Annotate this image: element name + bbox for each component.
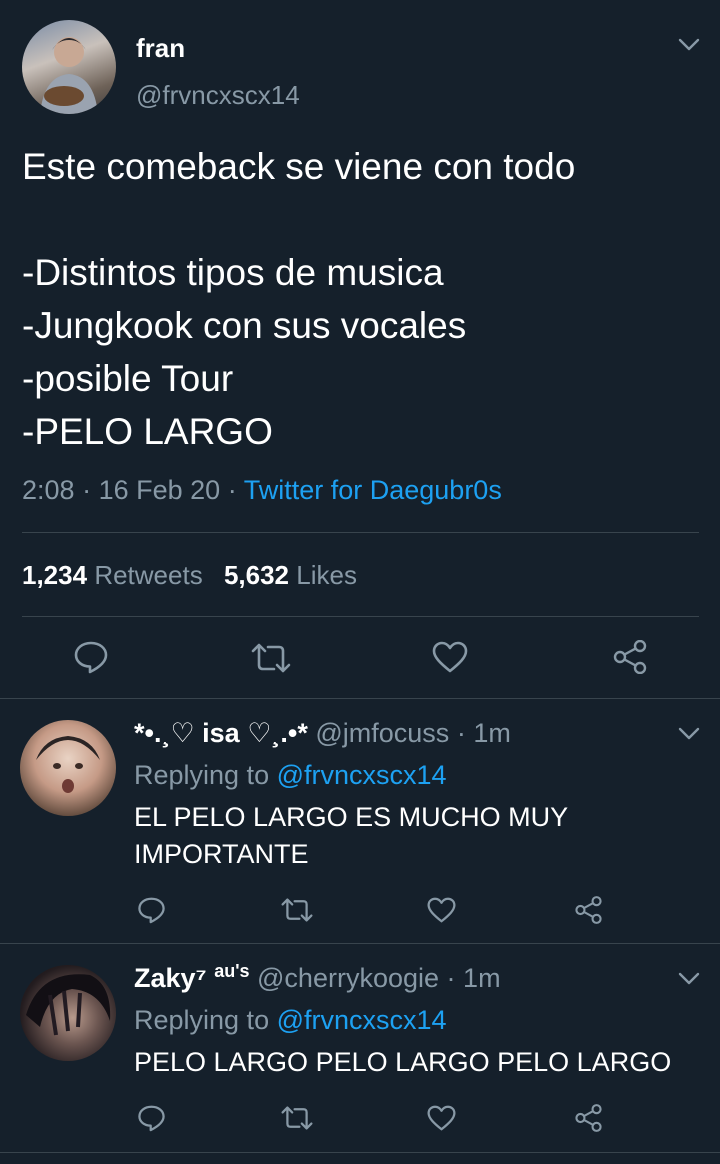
heart-icon xyxy=(432,641,468,673)
reply-header: *•.¸♡ isa ♡¸.•* @jmfocuss · 1m xyxy=(134,718,511,749)
replying-label: Replying to xyxy=(134,760,270,790)
avatar[interactable] xyxy=(20,965,116,1061)
divider xyxy=(22,532,699,533)
divider xyxy=(22,616,699,617)
heart-icon xyxy=(427,1105,456,1131)
share-icon xyxy=(575,1104,602,1132)
author-name[interactable]: *•.¸♡ isa ♡¸.•* xyxy=(134,718,308,748)
reply-text-line: EL PELO LARGO ES MUCHO MUY xyxy=(134,802,569,832)
reply-button[interactable] xyxy=(137,1104,166,1132)
share-icon xyxy=(575,896,602,924)
meta-separator: · xyxy=(446,963,456,993)
retweet-icon xyxy=(281,898,313,922)
reply-text-line: IMPORTANTE xyxy=(134,839,309,869)
retweet-icon xyxy=(281,1106,313,1130)
reply-text-line: PELO LARGO PELO LARGO PELO LARGO xyxy=(134,1047,672,1077)
reply-button[interactable] xyxy=(73,640,109,674)
reply-button[interactable] xyxy=(137,896,166,924)
replying-handle-link[interactable]: @frvncxscx14 xyxy=(277,1005,447,1035)
chevron-down-icon[interactable] xyxy=(678,727,704,745)
reply-icon xyxy=(74,641,108,674)
author-badge: au's xyxy=(214,961,250,981)
author-name[interactable]: Zaky⁷ xyxy=(134,963,207,993)
retweet-button[interactable] xyxy=(280,898,314,922)
divider xyxy=(0,698,720,699)
like-button[interactable] xyxy=(432,641,468,673)
meta-separator: · xyxy=(227,475,237,505)
heart-icon xyxy=(427,897,456,923)
retweet-icon xyxy=(251,643,291,673)
retweets-label: Retweets xyxy=(94,560,203,590)
tweet-stats: 1,234 Retweets 5,632 Likes xyxy=(22,560,357,591)
share-button[interactable] xyxy=(574,1104,603,1132)
reply-header: Zaky⁷ au's @cherrykoogie · 1m xyxy=(134,961,501,994)
chevron-down-icon[interactable] xyxy=(678,972,704,990)
reply-time: 1m xyxy=(463,963,501,993)
replying-to: Replying to @frvncxscx14 xyxy=(134,1005,447,1036)
tweet-meta: 2:08 · 16 Feb 20 · Twitter for Daegubr0s xyxy=(22,475,502,506)
replying-handle-link[interactable]: @frvncxscx14 xyxy=(277,760,447,790)
avatar[interactable] xyxy=(20,720,116,816)
reply-icon xyxy=(138,1105,165,1132)
retweets-stat[interactable]: 1,234 Retweets xyxy=(22,560,210,590)
like-button[interactable] xyxy=(427,897,456,923)
retweets-count: 1,234 xyxy=(22,560,88,590)
meta-separator: · xyxy=(82,475,92,505)
tweet-text-line: -posible Tour xyxy=(22,358,234,399)
replying-label: Replying to xyxy=(134,1005,270,1035)
author-handle[interactable]: @cherrykoogie xyxy=(257,963,439,993)
divider xyxy=(0,943,720,944)
tweet-text-line: Este comeback se viene con todo xyxy=(22,146,576,187)
likes-label: Likes xyxy=(296,560,357,590)
divider xyxy=(0,1152,720,1153)
retweet-button[interactable] xyxy=(280,1106,314,1130)
tweet-time: 2:08 xyxy=(22,475,75,505)
tweet-text-line: -PELO LARGO xyxy=(22,411,273,452)
tweet-text-line: -Jungkook con sus vocales xyxy=(22,305,467,346)
share-button[interactable] xyxy=(612,640,648,674)
author-name[interactable]: fran xyxy=(136,33,185,64)
likes-stat[interactable]: 5,632 Likes xyxy=(224,560,357,590)
likes-count: 5,632 xyxy=(223,560,290,590)
tweet-source-link[interactable]: Twitter for Daegubr0s xyxy=(244,475,502,505)
author-handle[interactable]: @jmfocuss xyxy=(315,718,449,748)
replying-to: Replying to @frvncxscx14 xyxy=(134,760,447,791)
share-button[interactable] xyxy=(574,896,603,924)
share-icon xyxy=(613,640,647,674)
tweet-date: 16 Feb 20 xyxy=(98,475,221,505)
tweet-text-line: -Distintos tipos de musica xyxy=(22,252,444,293)
meta-separator: · xyxy=(456,718,466,748)
avatar[interactable] xyxy=(22,20,116,114)
reply-time: 1m xyxy=(473,718,511,748)
retweet-button[interactable] xyxy=(250,643,292,673)
like-button[interactable] xyxy=(427,1105,456,1131)
author-handle[interactable]: @frvncxscx14 xyxy=(136,80,300,111)
chevron-down-icon[interactable] xyxy=(678,38,704,56)
reply-icon xyxy=(138,897,165,924)
